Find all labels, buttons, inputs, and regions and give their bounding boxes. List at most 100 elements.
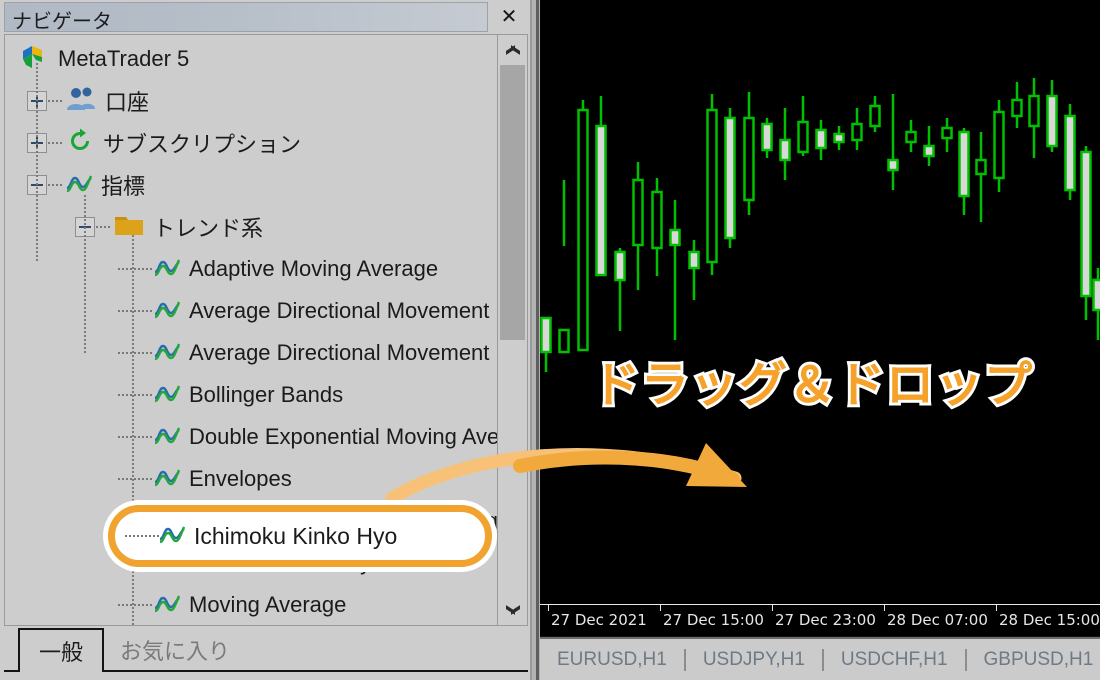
tree-indicator-2-label: Average Directional Movement Index Wilde… [189,340,501,365]
axis-tick-4 [996,605,997,611]
chart-time-axis: 27 Dec 2021 27 Dec 15:00 27 Dec 23:00 28 De… [540,604,1100,637]
tree-indicator-6[interactable]: Fractal Adaptive Moving Average [117,500,501,542]
candle-body-9 [706,108,718,264]
candle-body-1 [558,328,570,354]
tree-connector-dots [118,310,152,312]
tree-indicator-5[interactable]: Envelopes [117,458,292,500]
candle-body-13 [779,138,791,162]
tree-connector-dots [118,562,152,564]
tree-indicator-0[interactable]: Adaptive Moving Average [117,248,438,290]
tree-connector-dots [48,100,64,102]
candle-body-5 [632,178,644,247]
tree-connector-dots [96,226,112,228]
scrollbar-thumb[interactable] [500,65,525,340]
candle-body-27 [1028,94,1040,128]
axis-tick-0 [548,605,549,611]
scroll-up-button[interactable] [498,35,527,65]
candle-body-8 [688,250,700,270]
folder-icon [114,213,144,242]
axis-label-3: 28 Dec 07:00 [887,611,988,629]
tree-connector-dots [118,436,152,438]
candle-body-14 [797,120,809,154]
candle-body-17 [851,122,863,142]
accounts-icon [66,86,96,117]
indicator-icon [154,592,181,619]
navigator-tab-strip: 一般 お気に入り [4,626,528,674]
indicator-icon [154,340,181,367]
tree-indicator-7[interactable]: Ichimoku Kinko Hyo [117,542,383,584]
navigator-titlebar: ナビゲータ ✕ [4,2,528,33]
indicator-tree[interactable]: MetaTrader 5 口座サブスクリプション指標 トレンド系 Adaptive M… [4,34,528,626]
axis-label-4: 28 Dec 15:00 [999,611,1100,629]
tree-node-3-label: トレンド系 [153,217,264,242]
tree-indicator-0-label: Adaptive Moving Average [189,256,439,281]
indicator-icon [154,424,181,451]
axis-tick-3 [884,605,885,611]
candlestick-plot[interactable] [540,0,1100,604]
indicator-icon [154,256,181,283]
candle-body-10 [724,116,736,240]
screenshot-root: 27 Dec 2021 27 Dec 15:00 27 Dec 23:00 28 De… [0,0,1100,680]
candle-body-31 [1092,278,1100,312]
candlestick-svg [540,78,1100,372]
metatrader-logo-icon [19,42,49,77]
tree-connector-dots [118,478,152,480]
symbol-tab-0[interactable]: EURUSD,H1 [540,649,684,671]
tree-indicator-3-label: Bollinger Bands [189,382,344,407]
tree-connector-dots [118,268,152,270]
symbol-tab-3[interactable]: GBPUSD,H1 [967,649,1100,671]
tree-indicator-4-label: Double Exponential Moving Average [189,424,501,449]
symbol-tab-1[interactable]: USDJPY,H1 [686,649,822,671]
candle-body-7 [669,228,681,247]
axis-label-1: 27 Dec 15:00 [663,611,764,629]
tree-indicator-7-label: Ichimoku Kinko Hyo [189,550,384,575]
tree-indicator-6-label: Fractal Adaptive Moving Average [189,508,501,533]
candle-body-24 [975,158,987,176]
tree-indicator-3[interactable]: Bollinger Bands [117,374,343,416]
axis-label-2: 27 Dec 23:00 [775,611,876,629]
candle-body-26 [1011,98,1023,118]
candle-body-2 [577,108,589,352]
candle-body-28 [1046,94,1058,148]
candle-body-12 [761,122,773,152]
tree-indicator-1-label: Average Directional Movement Index [189,298,501,323]
candle-body-25 [993,110,1005,180]
subscription-icon [66,127,94,160]
axis-tick-1 [660,605,661,611]
candle-body-22 [941,126,953,140]
tree-connector-dots [118,394,152,396]
indicator-icon [154,550,181,577]
axis-label-0: 27 Dec 2021 [551,611,647,629]
tree-node-2-label: 指標 [101,175,146,200]
candle-body-19 [887,158,899,172]
tree-connector-dots [118,352,152,354]
tree-node-0-label: 口座 [105,91,150,116]
tab-favorites[interactable]: お気に入り [108,628,308,672]
tree-indicator-8[interactable]: Moving Average [117,584,346,625]
close-button[interactable]: ✕ [490,2,528,32]
tree-connector-dots [118,604,152,606]
chart-area[interactable]: 27 Dec 2021 27 Dec 15:00 27 Dec 23:00 28 De… [540,0,1100,680]
scroll-down-button[interactable] [498,595,527,625]
tree-indicator-5-label: Envelopes [189,466,292,491]
tree-node-3[interactable]: トレンド系 [75,206,263,248]
tab-rule-left [4,670,18,672]
candle-body-23 [958,130,970,198]
tab-general[interactable]: 一般 [18,628,104,672]
indicator-icon [154,466,181,493]
navigator-title: ナビゲータ [12,9,112,33]
tree-indicator-4[interactable]: Double Exponential Moving Average [117,416,501,458]
tree-node-1[interactable]: サブスクリプション [27,122,301,164]
symbol-tab-2[interactable]: USDCHF,H1 [824,649,965,671]
tree-indicator-1[interactable]: Average Directional Movement Index [117,290,501,332]
tree-node-2[interactable]: 指標 [27,164,145,206]
tree-indicator-2[interactable]: Average Directional Movement Index Wilde… [117,332,501,374]
candle-body-16 [833,132,845,144]
tree-connector-dots [48,142,64,144]
tree-root-metatrader[interactable]: MetaTrader 5 [19,38,189,80]
tree-node-0[interactable]: 口座 [27,80,149,122]
candle-body-0 [540,316,552,354]
symbol-tab-bar[interactable]: EURUSD,H1 USDJPY,H1 USDCHF,H1 GBPUSD,H1 [540,637,1100,680]
tree-vertical-scrollbar[interactable] [497,34,528,626]
tree-root-metatrader-label: MetaTrader 5 [58,46,190,71]
